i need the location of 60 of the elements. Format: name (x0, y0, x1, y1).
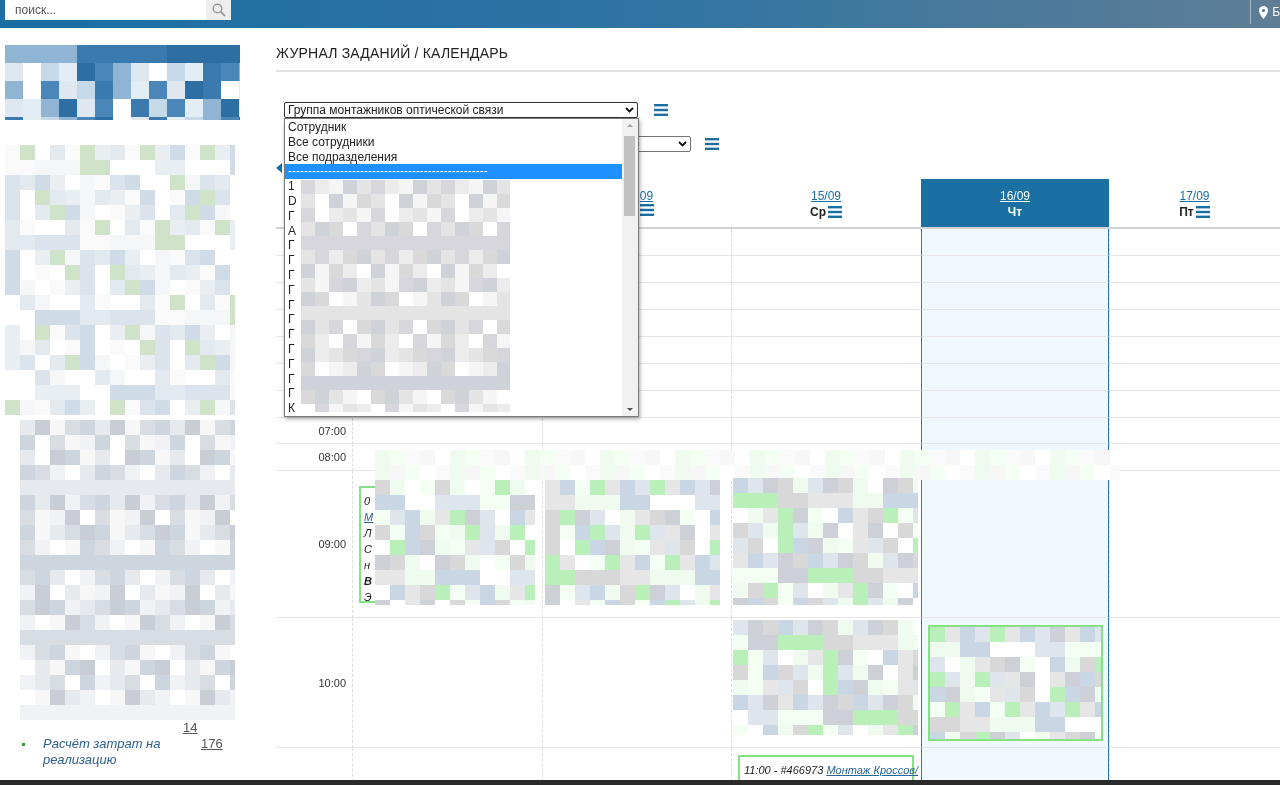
dropdown-option[interactable]: Все сотрудники (285, 134, 378, 150)
event-text: 0 (364, 495, 371, 507)
dropdown-option[interactable]: Г (285, 386, 298, 402)
menu-icon[interactable] (828, 206, 842, 218)
left-arrow-icon[interactable] (276, 163, 282, 173)
chevron-icon (625, 107, 634, 113)
dropdown-option[interactable]: Г (285, 267, 298, 283)
dropdown-option[interactable]: 1 (285, 179, 298, 194)
search-field[interactable]: поиск... (5, 0, 206, 20)
time-cell: 08:00 (276, 444, 352, 471)
event-text: 11:00 - #466973 (744, 764, 824, 776)
dropdown-option[interactable]: А (285, 223, 299, 239)
event-text: В (364, 575, 372, 587)
scrollbar[interactable] (622, 119, 638, 416)
menu-icon[interactable] (654, 104, 668, 116)
weekday-label: Ср (810, 204, 826, 220)
selected-day-header[interactable]: 16/09 Чт (921, 179, 1109, 229)
dropdown-option[interactable]: Г (285, 371, 298, 387)
event-text: Э (364, 591, 372, 601)
dropdown-option[interactable]: Г (285, 208, 298, 224)
day-header[interactable]: 17/09 Пт (1109, 179, 1280, 229)
dropdown-option[interactable]: Г (285, 356, 298, 372)
chevron-icon (678, 141, 687, 147)
dropdown-option[interactable]: Г (285, 253, 298, 268)
dropdown-option[interactable]: Г (285, 238, 298, 254)
date-link[interactable]: 15/09 (811, 188, 841, 204)
menu-link[interactable]: Расчёт затрат на реализацию (43, 736, 183, 768)
menu-icon[interactable] (1195, 206, 1210, 218)
dropdown-option[interactable]: Г (285, 297, 298, 313)
weekday-label: Пт (1179, 204, 1194, 220)
location-label[interactable]: Б (1272, 5, 1280, 19)
dropdown-option[interactable]: Г (285, 282, 298, 298)
select-field[interactable]: Группа монтажников оптической связи (284, 102, 638, 118)
dropdown-option[interactable]: Г (285, 327, 298, 342)
menu-icon[interactable] (705, 138, 719, 150)
item-count[interactable]: 176 (201, 736, 223, 752)
event-link[interactable]: М (364, 511, 374, 523)
dropdown-option[interactable]: Все подразделения (285, 149, 401, 165)
event-text: н (364, 559, 371, 571)
bullet-icon (22, 743, 25, 746)
date-link[interactable]: 16/09 (1000, 188, 1030, 204)
dropdown-option[interactable]: D (285, 194, 300, 209)
date-link[interactable]: 09 (639, 188, 654, 204)
time-cell: 07:00 (276, 418, 352, 444)
dropdown-option[interactable]: Сотрудник (285, 120, 350, 135)
dropdown-option[interactable]: К (285, 401, 298, 416)
time-cell: 09:00 (276, 471, 352, 618)
menu-icon[interactable] (639, 204, 654, 216)
event-link[interactable]: Монтаж Кроссов/ (826, 764, 919, 776)
event-text: Л (364, 527, 372, 539)
item-count[interactable]: 14 (183, 720, 198, 736)
page-title: ЖУРНАЛ ЗАДАНИЙ / КАЛЕНДАРЬ (276, 45, 510, 61)
scrollbar-thumb[interactable] (624, 136, 635, 216)
dropdown-option[interactable]: Г (285, 312, 298, 328)
dropdown-option[interactable]: Г (285, 341, 298, 357)
location-pin-icon[interactable] (1259, 5, 1269, 19)
time-cell: 10:00 (276, 618, 352, 748)
event-text: С (364, 543, 372, 555)
date-link[interactable]: 17/09 (1179, 188, 1210, 204)
weekday-label: Чт (1007, 204, 1023, 220)
